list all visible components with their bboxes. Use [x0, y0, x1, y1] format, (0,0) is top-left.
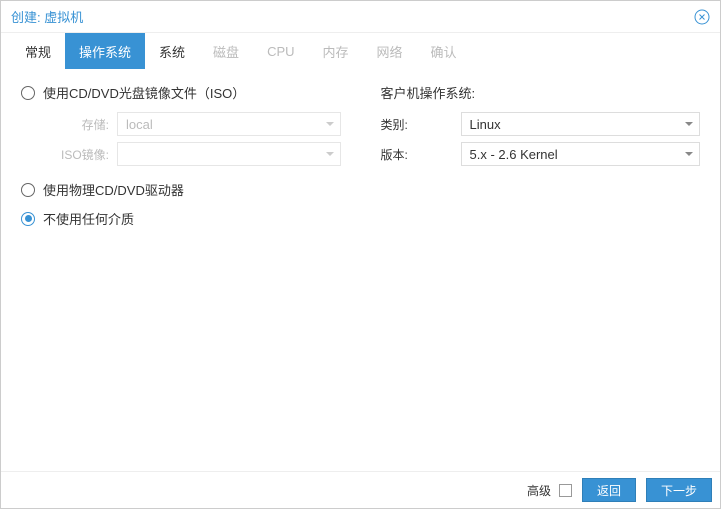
next-button[interactable]: 下一步	[646, 478, 712, 502]
radio-icon	[21, 86, 35, 100]
tab-general[interactable]: 常规	[11, 33, 65, 69]
create-vm-dialog: 创建: 虚拟机 常规 操作系统 系统 磁盘 CPU 内存 网络 确认 使用CD/…	[0, 0, 721, 509]
chevron-down-icon	[685, 122, 693, 126]
dialog-footer: 高级 返回 下一步	[1, 471, 720, 508]
close-icon[interactable]	[694, 9, 710, 25]
dialog-header: 创建: 虚拟机	[1, 1, 720, 33]
iso-select	[117, 142, 341, 166]
iso-label: ISO镜像:	[43, 146, 117, 163]
guest-os-title: 客户机操作系统:	[381, 83, 701, 102]
storage-value: local	[126, 117, 153, 132]
tab-confirm: 确认	[417, 33, 471, 69]
os-version-select[interactable]: 5.x - 2.6 Kernel	[461, 142, 701, 166]
radio-no-media[interactable]: 不使用任何介质	[21, 209, 341, 228]
os-version-value: 5.x - 2.6 Kernel	[470, 147, 558, 162]
dialog-content: 使用CD/DVD光盘镜像文件（ISO） 存储: local ISO镜像:	[1, 69, 720, 471]
tab-cpu: CPU	[253, 33, 308, 69]
iso-row: ISO镜像:	[43, 142, 341, 166]
radio-label: 不使用任何介质	[43, 209, 134, 228]
chevron-down-icon	[326, 152, 334, 156]
tab-system[interactable]: 系统	[145, 33, 199, 69]
os-type-select[interactable]: Linux	[461, 112, 701, 136]
tab-bar: 常规 操作系统 系统 磁盘 CPU 内存 网络 确认	[1, 33, 720, 69]
advanced-label: 高级	[527, 482, 551, 499]
radio-label: 使用物理CD/DVD驱动器	[43, 180, 184, 199]
back-button[interactable]: 返回	[582, 478, 636, 502]
os-type-value: Linux	[470, 117, 501, 132]
tab-network: 网络	[363, 33, 417, 69]
radio-icon	[21, 183, 35, 197]
iso-sub-fields: 存储: local ISO镜像:	[43, 112, 341, 166]
os-type-label: 类别:	[381, 116, 461, 133]
right-column: 客户机操作系统: 类别: Linux 版本: 5.x - 2.6 Kernel	[381, 83, 701, 457]
radio-icon-selected	[21, 212, 35, 226]
os-version-label: 版本:	[381, 146, 461, 163]
left-column: 使用CD/DVD光盘镜像文件（ISO） 存储: local ISO镜像:	[21, 83, 341, 457]
tab-os[interactable]: 操作系统	[65, 33, 145, 69]
advanced-checkbox[interactable]	[559, 484, 572, 497]
chevron-down-icon	[685, 152, 693, 156]
storage-row: 存储: local	[43, 112, 341, 136]
chevron-down-icon	[326, 122, 334, 126]
radio-use-physical[interactable]: 使用物理CD/DVD驱动器	[21, 180, 341, 199]
storage-select: local	[117, 112, 341, 136]
tab-disk: 磁盘	[199, 33, 253, 69]
storage-label: 存储:	[43, 116, 117, 133]
os-type-row: 类别: Linux	[381, 112, 701, 136]
os-version-row: 版本: 5.x - 2.6 Kernel	[381, 142, 701, 166]
radio-use-iso[interactable]: 使用CD/DVD光盘镜像文件（ISO）	[21, 83, 341, 102]
tab-memory: 内存	[309, 33, 363, 69]
dialog-title: 创建: 虚拟机	[11, 7, 83, 26]
radio-label: 使用CD/DVD光盘镜像文件（ISO）	[43, 83, 245, 102]
